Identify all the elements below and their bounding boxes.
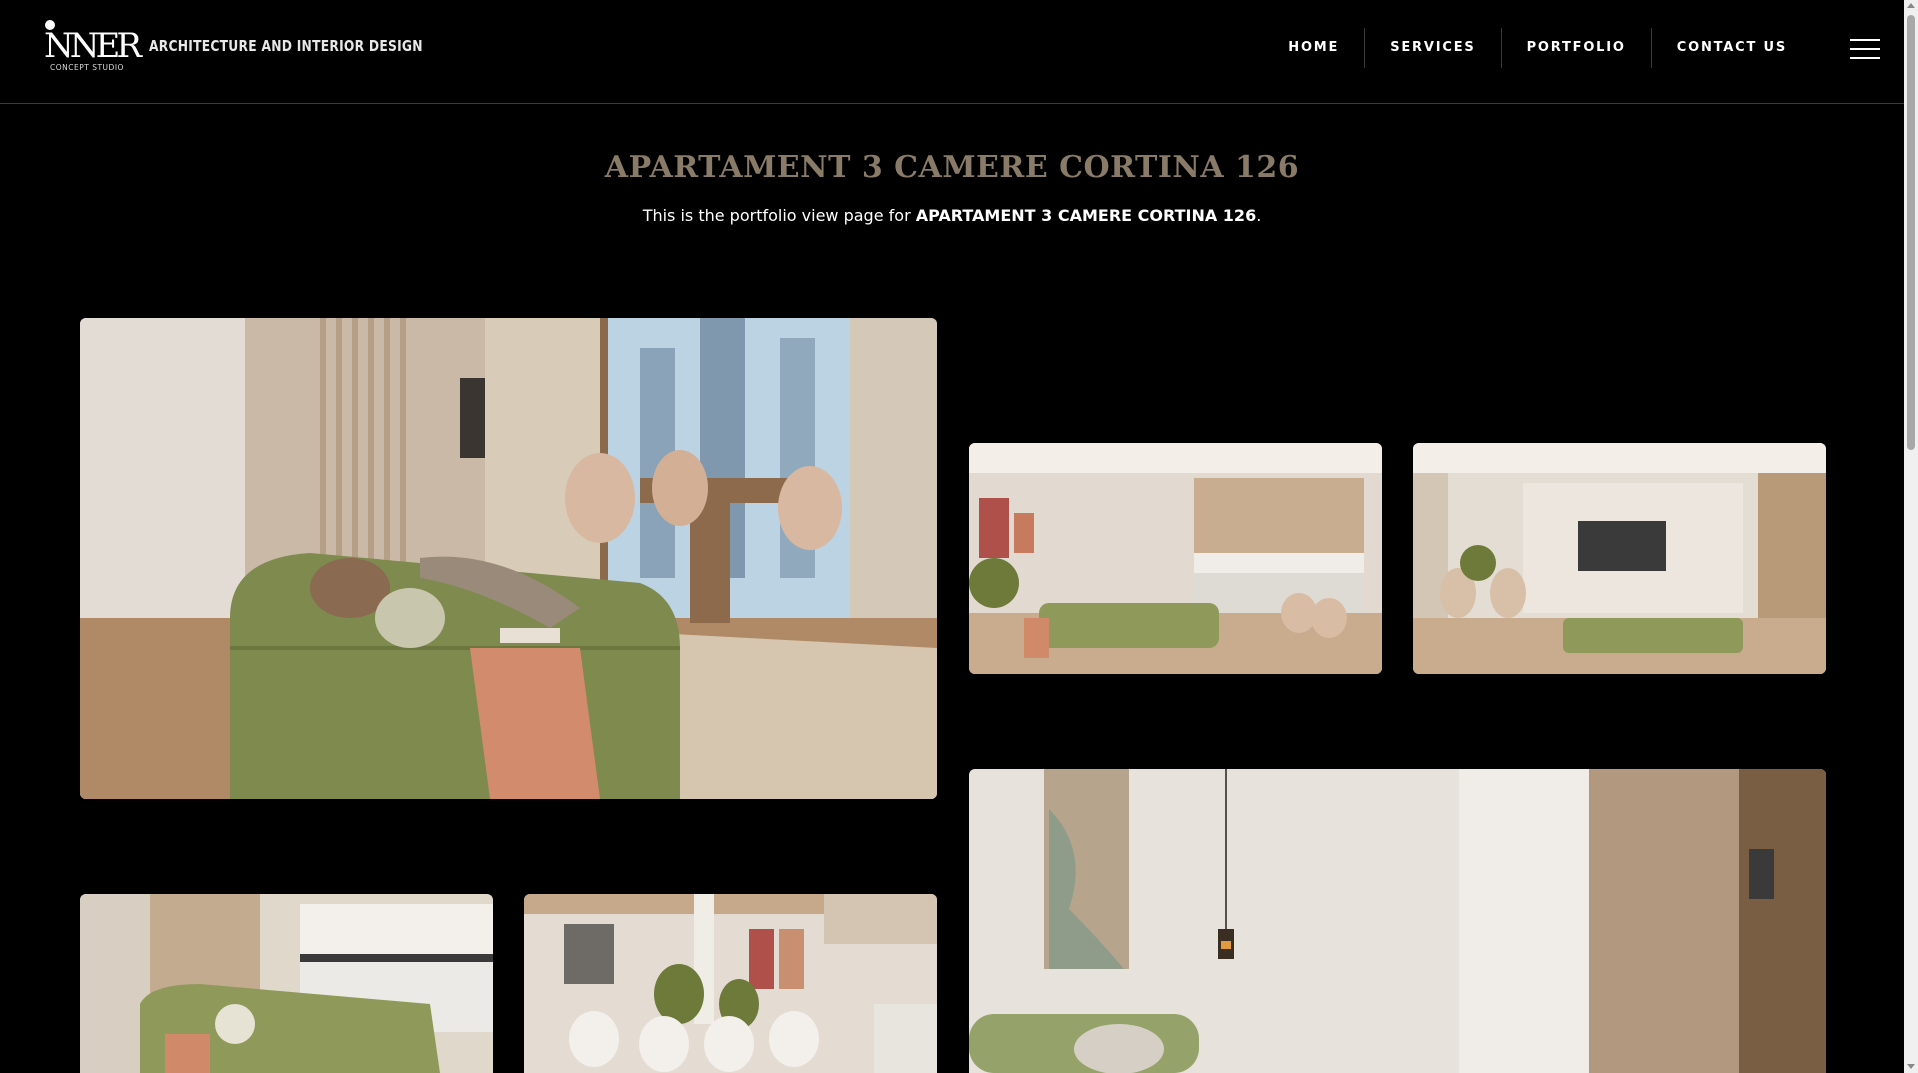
gallery-photo-1[interactable] bbox=[80, 318, 937, 799]
logo[interactable]: NNER CONCEPT STUDIO bbox=[42, 20, 142, 72]
scroll-up-arrow-icon[interactable] bbox=[1907, 3, 1915, 8]
nav-home[interactable]: HOME bbox=[1263, 28, 1366, 68]
photo-living-wall-art-icon bbox=[969, 769, 1826, 1073]
photo-sofa-kitchen-icon bbox=[80, 894, 493, 1073]
gallery-photo-4[interactable] bbox=[969, 769, 1826, 1073]
scrollbar-thumb[interactable] bbox=[1907, 15, 1915, 450]
nav-services[interactable]: SERVICES bbox=[1365, 28, 1502, 68]
hamburger-menu-icon[interactable] bbox=[1850, 39, 1880, 59]
gallery-photo-5[interactable] bbox=[80, 894, 493, 1073]
photo-living-tv-wall-icon bbox=[1413, 443, 1826, 674]
site-header: NNER CONCEPT STUDIO ARCHITECTURE AND INT… bbox=[0, 0, 1904, 104]
page-description-end: . bbox=[1256, 206, 1262, 225]
gallery-photo-6[interactable] bbox=[524, 894, 937, 1073]
page-description-text: This is the portfolio view page for bbox=[642, 206, 916, 225]
main-nav: HOME SERVICES PORTFOLIO CONTACT US bbox=[1263, 28, 1812, 68]
photo-living-kitchen-icon bbox=[969, 443, 1382, 674]
page-title: APARTAMENT 3 CAMERE CORTINA 126 bbox=[604, 150, 1300, 185]
scroll-down-arrow-icon[interactable] bbox=[1907, 1064, 1915, 1069]
nav-portfolio[interactable]: PORTFOLIO bbox=[1502, 28, 1652, 68]
photo-dining-table-icon bbox=[524, 894, 937, 1073]
gallery-photo-2[interactable] bbox=[969, 443, 1382, 674]
photo-living-room-dining-icon bbox=[80, 318, 937, 799]
nav-contact-us[interactable]: CONTACT US bbox=[1652, 28, 1812, 68]
page-scrollbar[interactable] bbox=[1904, 0, 1918, 1073]
logo-subtitle: CONCEPT STUDIO bbox=[50, 63, 124, 72]
site-tagline: ARCHITECTURE AND INTERIOR DESIGN bbox=[149, 37, 423, 55]
logo-wordmark: NNER bbox=[44, 26, 142, 66]
gallery-photo-3[interactable] bbox=[1413, 443, 1826, 674]
page-description: This is the portfolio view page for APAR… bbox=[0, 206, 1904, 225]
page-description-project: APARTAMENT 3 CAMERE CORTINA 126 bbox=[915, 206, 1257, 225]
